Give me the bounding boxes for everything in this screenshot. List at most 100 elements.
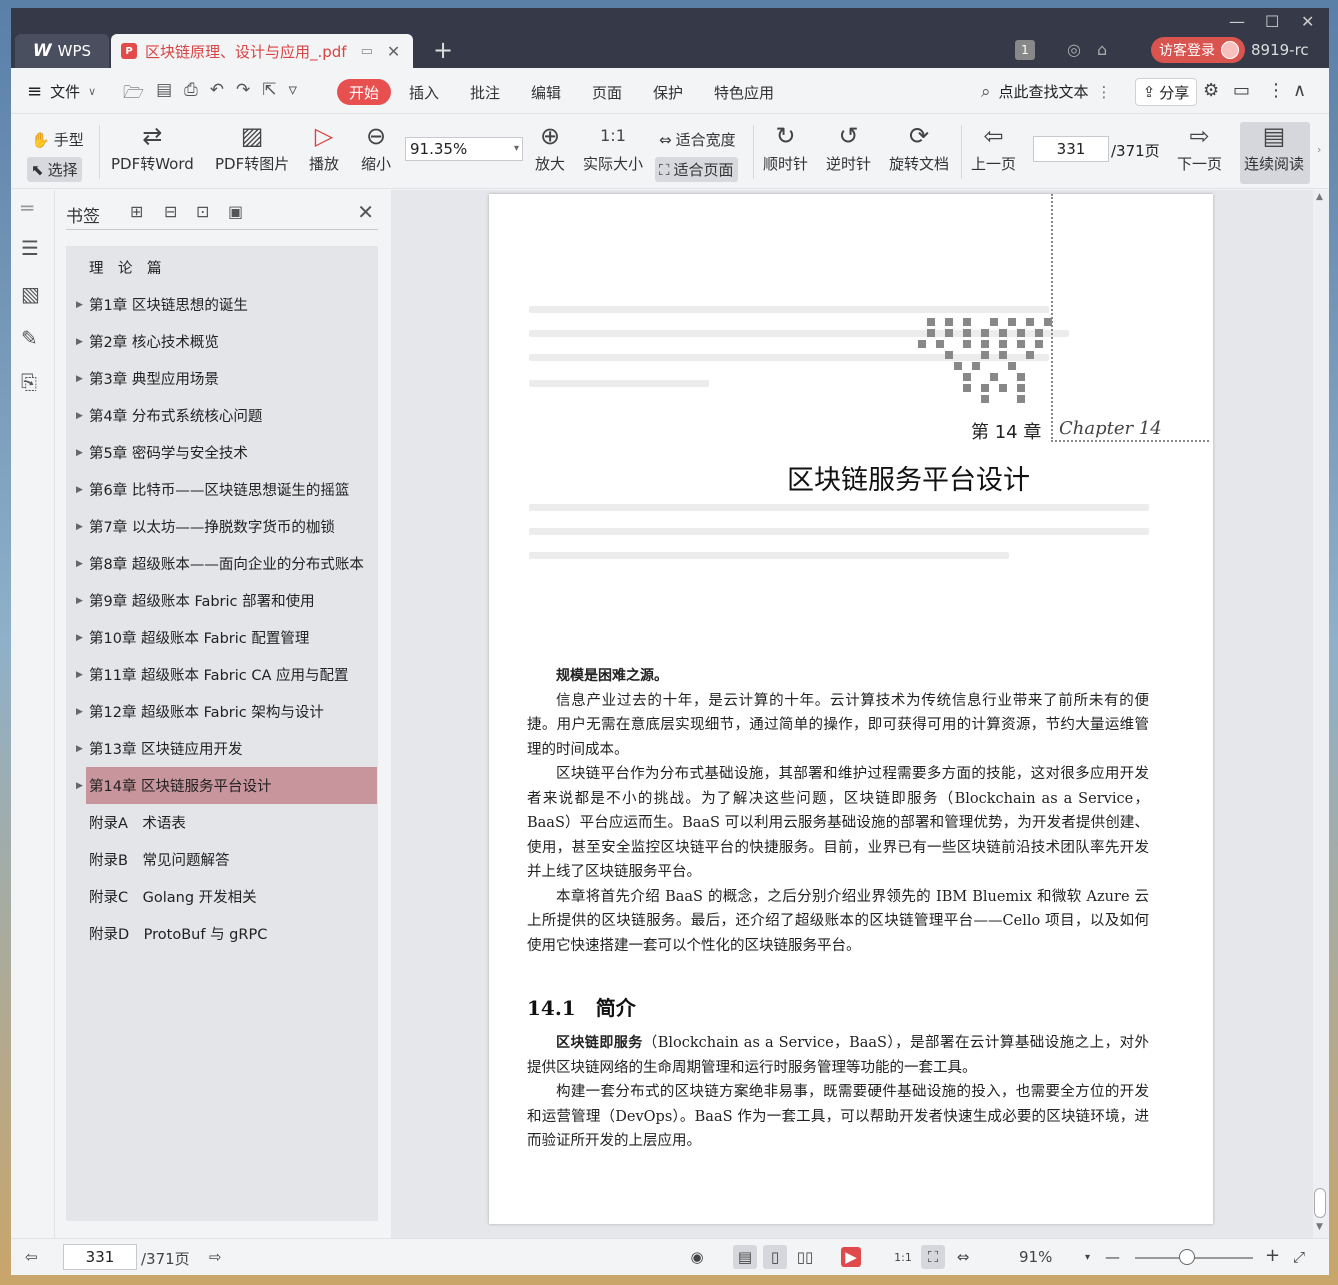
zoom-out-icon[interactable]: — (1105, 1248, 1120, 1266)
zoom-in-icon[interactable]: + (1265, 1245, 1280, 1266)
bookmark-item[interactable]: ▶ 第14章 区块链服务平台设计 (76, 767, 377, 804)
gear-icon[interactable]: ⚙ (1203, 80, 1219, 101)
bookmark-item[interactable]: ▶ 第8章 超级账本——面向企业的分布式账本 (66, 545, 378, 582)
zoom-in-button[interactable]: ⊕ 放大 (535, 119, 565, 174)
maximize-icon[interactable]: ☐ (1265, 12, 1279, 31)
bookmark-item[interactable]: ▶ 第7章 以太坊——挣脱数字货币的枷锁 (66, 508, 378, 545)
bookmark-item[interactable]: 附录C Golang 开发相关 (66, 878, 378, 915)
actual-size-icon[interactable]: 1:1 (891, 1245, 915, 1269)
pdf-to-word-button[interactable]: ⇄ PDF转Word (111, 119, 194, 174)
prev-page-arrow-icon[interactable]: ⇦ (25, 1248, 38, 1266)
page-number-input[interactable]: 331 (1033, 136, 1109, 162)
expand-caret-icon[interactable]: ▶ (76, 633, 83, 643)
annotation-icon[interactable]: ✎ (21, 326, 38, 350)
more-options-icon[interactable]: ⋮ (1267, 80, 1285, 101)
share-button[interactable]: ⇪ 分享 (1135, 78, 1197, 106)
expand-caret-icon[interactable]: ▶ (76, 559, 83, 569)
export-icon[interactable]: ⇱ (262, 80, 276, 109)
bookmark-item[interactable]: ▶ 第13章 区块链应用开发 (66, 730, 378, 767)
expand-caret-icon[interactable]: ▶ (76, 411, 83, 421)
bookmark-item[interactable]: ▶ 第10章 超级账本 Fabric 配置管理 (66, 619, 378, 656)
rotate-counterclockwise-button[interactable]: ↺ 逆时针 (826, 119, 871, 174)
comment-icon[interactable]: ▭ (1233, 80, 1250, 101)
tab-page[interactable]: 页面 (592, 82, 622, 103)
vertical-scrollbar[interactable]: ▲ ▼ (1313, 190, 1329, 1238)
expand-caret-icon[interactable]: ▶ (76, 337, 83, 347)
thumbnail-icon[interactable]: ▧ (21, 282, 40, 306)
zoom-out-button[interactable]: ⊖ 缩小 (361, 119, 391, 174)
new-tab-button[interactable]: + (433, 38, 453, 62)
attachment-icon[interactable]: ⎘ (21, 370, 37, 394)
undo-icon[interactable]: ↶ (210, 80, 224, 109)
two-page-icon[interactable]: ▯▯ (793, 1245, 817, 1269)
expand-caret-icon[interactable]: ▶ (76, 374, 83, 384)
bookmark-list-icon[interactable]: ☰ (21, 236, 39, 260)
continuous-reading-button[interactable]: ▤ 连续阅读 (1240, 122, 1310, 184)
tab-insert[interactable]: 插入 (409, 82, 439, 103)
tab-start[interactable]: 开始 (337, 79, 391, 105)
more-vertical-icon[interactable]: ⋮ (1097, 83, 1112, 101)
tab-comment[interactable]: 批注 (470, 82, 500, 103)
hand-tool-button[interactable]: ✋ 手型 (27, 127, 88, 152)
zoom-slider-handle[interactable] (1179, 1249, 1195, 1265)
bookmark-settings-icon[interactable]: ▣ (228, 202, 243, 221)
print-icon[interactable]: ⎙ (184, 80, 198, 109)
save-icon[interactable]: ▤ (156, 80, 172, 109)
expand-caret-icon[interactable]: ▶ (76, 781, 83, 791)
find-text-search[interactable]: ⌕ 点此查找文本 ⋮ (981, 81, 1112, 102)
expand-caret-icon[interactable]: ▶ (76, 300, 83, 310)
bookmark-item[interactable]: 理 论 篇 (66, 249, 378, 286)
eye-protection-icon[interactable]: ◉ (685, 1245, 709, 1269)
status-page-input[interactable]: 331 (63, 1244, 137, 1270)
bookmark-item[interactable]: ▶ 第11章 超级账本 Fabric CA 应用与配置 (66, 656, 378, 693)
expand-caret-icon[interactable]: ▶ (76, 670, 83, 680)
fit-width-icon[interactable]: ⇔ (951, 1245, 975, 1269)
fullscreen-icon[interactable]: ⤢ (1293, 1248, 1305, 1266)
guest-login-button[interactable]: 访客登录 (1151, 37, 1245, 63)
bookmark-item[interactable]: ▶ 第3章 典型应用场景 (66, 360, 378, 397)
actual-size-button[interactable]: 1:1 实际大小 (583, 119, 643, 174)
bookmark-item[interactable]: ▶ 第12章 超级账本 Fabric 架构与设计 (66, 693, 378, 730)
add-bookmark-icon[interactable]: ⊡ (196, 202, 209, 221)
fit-width-button[interactable]: ⇔ 适合宽度 (655, 127, 740, 152)
tab-edit[interactable]: 编辑 (531, 82, 561, 103)
fit-page-button[interactable]: ⛶ 适合页面 (655, 157, 738, 182)
scroll-up-icon[interactable]: ▲ (1316, 192, 1323, 202)
close-window-icon[interactable]: ✕ (1301, 12, 1314, 31)
minimize-icon[interactable]: — (1229, 12, 1245, 31)
open-folder-icon[interactable]: 🗁 (123, 80, 144, 109)
expand-caret-icon[interactable]: ▶ (76, 485, 83, 495)
rotate-document-button[interactable]: ⟳ 旋转文档 (889, 119, 949, 174)
document-tab[interactable]: P 区块链原理、设计与应用_.pdf ▭ ✕ (111, 34, 413, 68)
bookmark-item[interactable]: 附录A 术语表 (66, 804, 378, 841)
pdf-to-image-button[interactable]: ▨ PDF转图片 (215, 119, 289, 174)
chevron-right-icon[interactable]: › (1317, 143, 1321, 156)
expand-caret-icon[interactable]: ▶ (76, 596, 83, 606)
window-count-badge[interactable]: 1 (1015, 40, 1035, 60)
expand-caret-icon[interactable]: ▶ (76, 522, 83, 532)
shirt-icon[interactable]: ⌂ (1097, 40, 1107, 59)
screen-icon[interactable]: ▭ (361, 44, 373, 59)
next-page-arrow-icon[interactable]: ⇨ (209, 1248, 222, 1266)
file-menu[interactable]: ≡ 文件 ∨ (27, 81, 96, 102)
expand-caret-icon[interactable]: ▶ (76, 744, 83, 754)
more-dropdown-icon[interactable]: ▿ (289, 80, 298, 109)
tab-protect[interactable]: 保护 (653, 82, 683, 103)
play-button[interactable]: ▷ 播放 (309, 119, 339, 174)
expand-caret-icon[interactable]: ▶ (76, 707, 83, 717)
collapse-ribbon-icon[interactable]: ∧ (1293, 80, 1306, 101)
fit-page-icon[interactable]: ⛶ (921, 1245, 945, 1269)
zoom-level-select[interactable]: 91.35% ▾ (405, 137, 523, 161)
close-tab-icon[interactable]: ✕ (387, 42, 400, 61)
bookmark-item[interactable]: ▶ 第5章 密码学与安全技术 (66, 434, 378, 471)
expand-all-icon[interactable]: ⊞ (130, 202, 143, 221)
wps-home-tab[interactable]: W WPS (15, 34, 109, 68)
prev-page-button[interactable]: ⇦ 上一页 (971, 119, 1016, 174)
collapse-all-icon[interactable]: ⊟ (164, 202, 177, 221)
bookmark-item[interactable]: ▶ 第1章 区块链思想的诞生 (66, 286, 378, 323)
play-slideshow-icon[interactable]: ▶ (841, 1247, 861, 1267)
bookmark-item[interactable]: ▶ 第4章 分布式系统核心问题 (66, 397, 378, 434)
drag-handle-icon[interactable]: ═ (21, 196, 33, 220)
zoom-dropdown-icon[interactable]: ▾ (1085, 1252, 1090, 1263)
next-page-button[interactable]: ⇨ 下一页 (1177, 119, 1222, 174)
